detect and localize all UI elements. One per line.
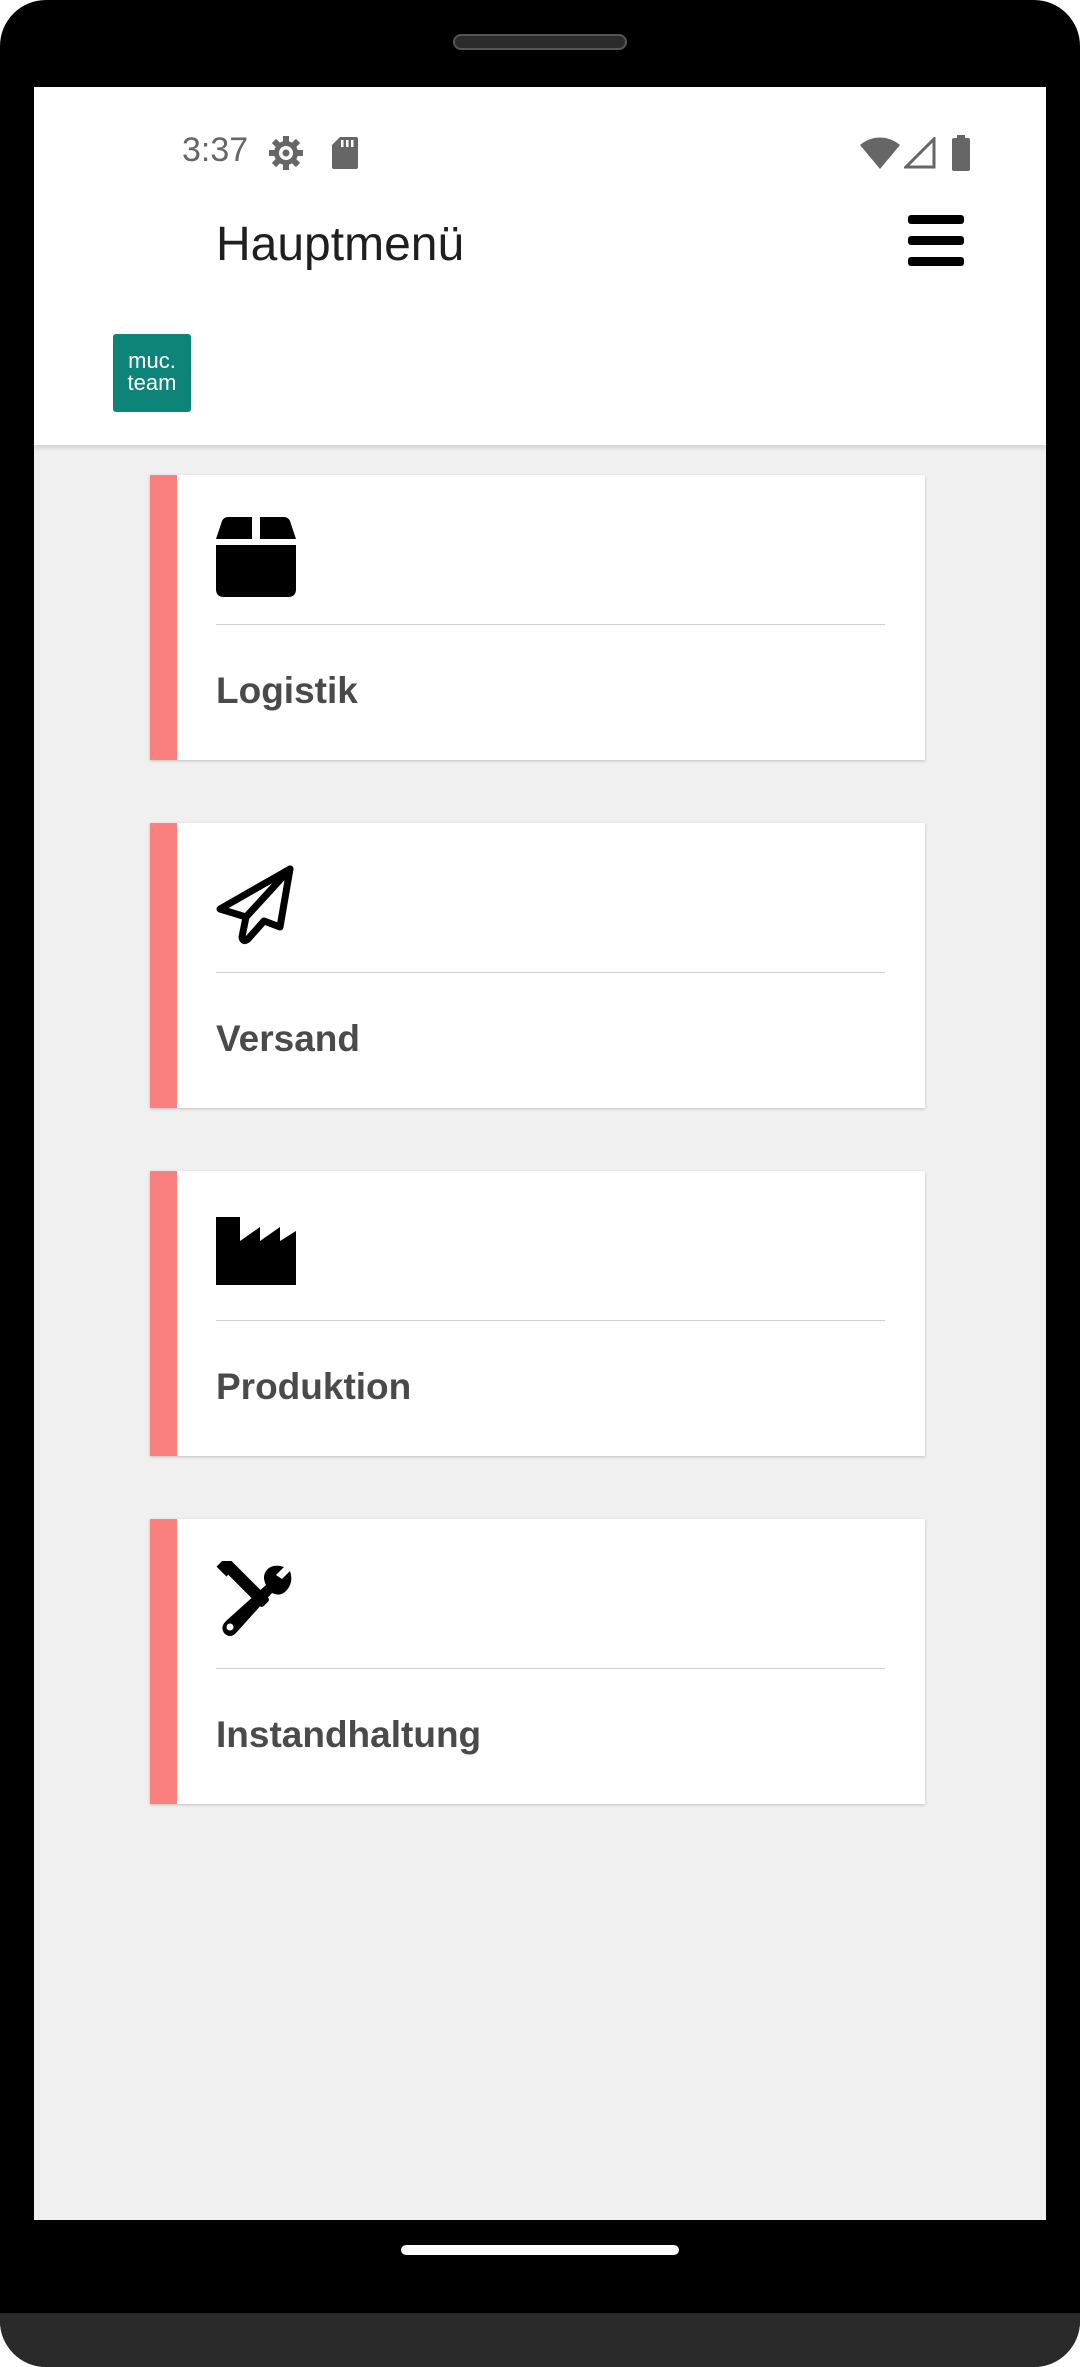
sd-card-icon — [332, 137, 358, 169]
card-divider — [216, 1320, 885, 1321]
paper-plane-icon — [216, 865, 294, 945]
menu-card-versand[interactable]: Versand — [150, 823, 925, 1108]
menu-card-instandhaltung[interactable]: Instandhaltung — [150, 1519, 925, 1804]
box-icon — [216, 517, 296, 597]
card-divider — [216, 624, 885, 625]
screen: 3:37 muc. team Hauptmenü Logistik Versan… — [34, 87, 1046, 2220]
factory-icon — [216, 1217, 296, 1285]
logo-text-line2: team — [127, 370, 177, 395]
card-divider — [216, 1668, 885, 1669]
hamburger-menu-button[interactable] — [908, 215, 964, 267]
battery-icon — [952, 135, 970, 171]
logo-text-line1: muc. — [128, 348, 176, 373]
hamburger-menu-icon — [908, 215, 964, 224]
muc-team-logo: muc. team — [113, 334, 191, 412]
settings-gear-icon — [269, 136, 303, 170]
status-time: 3:37 — [182, 131, 249, 169]
menu-card-logistik[interactable]: Logistik — [150, 475, 925, 760]
page-title: Hauptmenü — [216, 218, 465, 271]
menu-card-label: Versand — [216, 1018, 360, 1059]
wifi-icon — [860, 137, 900, 169]
cellular-signal-icon — [904, 137, 936, 169]
speaker-grille — [453, 34, 627, 50]
status-bar: 3:37 — [34, 87, 1046, 217]
home-indicator[interactable] — [401, 2245, 679, 2255]
menu-card-label: Produktion — [216, 1366, 412, 1407]
menu-card-produktion[interactable]: Produktion — [150, 1171, 925, 1456]
menu-card-label: Instandhaltung — [216, 1714, 482, 1755]
card-divider — [216, 972, 885, 973]
phone-chin — [0, 2313, 1080, 2367]
app-bar: muc. team — [34, 217, 1046, 445]
menu-card-label: Logistik — [216, 670, 358, 711]
phone-device: 3:37 muc. team Hauptmenü Logistik Versan… — [0, 0, 1080, 2367]
tools-icon — [216, 1561, 292, 1636]
